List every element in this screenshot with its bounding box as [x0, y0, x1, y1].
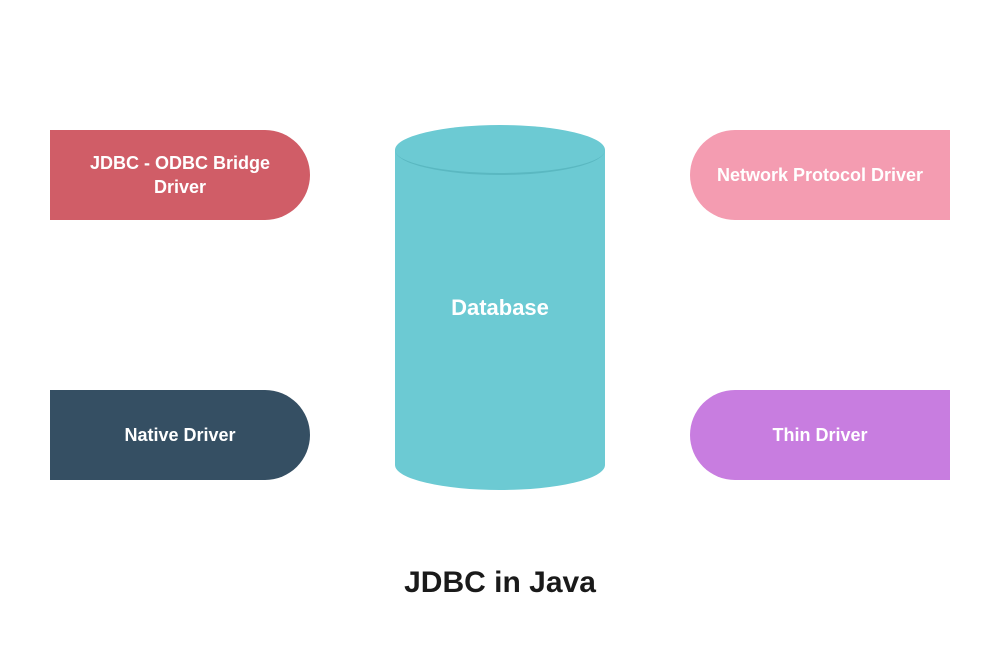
- driver-box-jdbc-odbc: JDBC - ODBC Bridge Driver: [50, 130, 310, 220]
- driver-box-thin: Thin Driver: [690, 390, 950, 480]
- driver-box-network-protocol: Network Protocol Driver: [690, 130, 950, 220]
- driver-label: Native Driver: [124, 423, 235, 447]
- database-label: Database: [451, 295, 549, 321]
- driver-box-native: Native Driver: [50, 390, 310, 480]
- cylinder-top: [395, 125, 605, 175]
- driver-label: Thin Driver: [772, 423, 867, 447]
- diagram-title: JDBC in Java: [404, 566, 596, 600]
- database-cylinder-icon: Database: [395, 125, 605, 490]
- jdbc-diagram: JDBC - ODBC Bridge Driver Native Driver …: [0, 0, 1000, 650]
- driver-label: JDBC - ODBC Bridge Driver: [70, 151, 290, 200]
- driver-label: Network Protocol Driver: [717, 163, 923, 187]
- cylinder-bottom: [395, 440, 605, 490]
